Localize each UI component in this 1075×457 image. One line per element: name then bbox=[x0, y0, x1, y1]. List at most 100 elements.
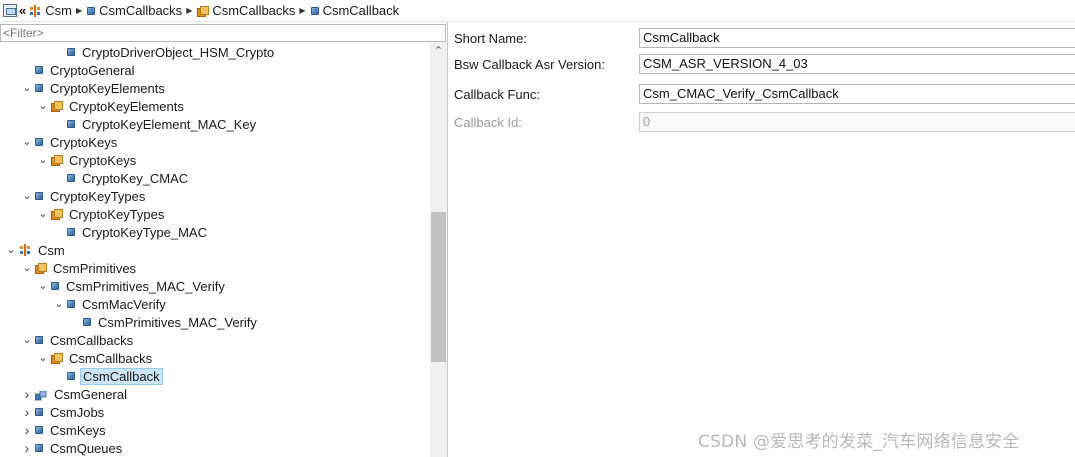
module-icon bbox=[29, 4, 41, 17]
chevron-right-icon[interactable]: › bbox=[19, 440, 35, 456]
tree-item[interactable]: ⌄ CsmCallbacks bbox=[35, 349, 154, 367]
tree-item[interactable]: ⌄ CryptoKeyTypes bbox=[35, 205, 166, 223]
multi-container-icon bbox=[51, 155, 63, 166]
tree-item-label: CryptoKeyTypes bbox=[69, 206, 165, 222]
tree-item[interactable]: ⌄ CsmCallbacks bbox=[19, 331, 135, 349]
multi-container-icon bbox=[51, 101, 63, 112]
tree-scrollbar[interactable]: ⌃ bbox=[430, 42, 447, 457]
container-icon bbox=[35, 408, 43, 416]
scroll-up-icon[interactable]: ⌃ bbox=[430, 44, 447, 58]
tree-item[interactable]: CsmCallback bbox=[51, 367, 163, 385]
breadcrumb-item[interactable]: CsmCallbacks bbox=[87, 3, 182, 18]
properties-panel: Short Name: CsmCallback Bsw Callback Asr V… bbox=[449, 22, 1075, 457]
property-field: 0 bbox=[639, 112, 1075, 132]
container-icon bbox=[83, 318, 91, 326]
property-field[interactable]: CSM_ASR_VERSION_4_03 bbox=[639, 54, 1075, 74]
container-icon bbox=[35, 444, 43, 452]
tree-item-label: CryptoGeneral bbox=[50, 62, 135, 78]
chevron-down-icon[interactable]: ⌄ bbox=[35, 101, 51, 112]
tree-item[interactable]: CryptoGeneral bbox=[19, 61, 137, 79]
tree-item-label: CsmGeneral bbox=[54, 386, 127, 402]
chevron-down-icon[interactable]: ⌄ bbox=[19, 335, 35, 346]
tree-item[interactable]: › CsmJobs bbox=[19, 403, 106, 421]
chevron-down-icon[interactable]: ⌄ bbox=[35, 209, 51, 220]
breadcrumb-item[interactable]: Csm bbox=[29, 3, 72, 18]
tree-item[interactable]: ⌄ CryptoKeys bbox=[35, 151, 138, 169]
tree-item-label: CryptoDriverObject_HSM_Crypto bbox=[82, 44, 275, 60]
container-icon bbox=[35, 192, 43, 200]
container-icon bbox=[67, 48, 75, 56]
tree-item[interactable]: ⌄ CsmPrimitives_MAC_Verify bbox=[35, 277, 227, 295]
container-icon bbox=[67, 300, 75, 308]
multi-container-icon bbox=[197, 5, 210, 17]
tree-item[interactable]: › CsmKeys bbox=[19, 421, 108, 439]
back-arrow-icon[interactable]: « bbox=[19, 3, 26, 18]
tree-item[interactable]: ⌄ CryptoKeys bbox=[19, 133, 119, 151]
chevron-down-icon[interactable]: ⌄ bbox=[51, 299, 67, 310]
tree-item[interactable]: ⌄ CryptoKeyElements bbox=[19, 79, 167, 97]
tree-item-label: CryptoKeys bbox=[69, 152, 137, 168]
tree-item-label: CryptoKeyElements bbox=[69, 98, 184, 114]
collapse-all-icon[interactable] bbox=[3, 4, 17, 17]
tree-item[interactable]: ⌄ CsmMacVerify bbox=[51, 295, 168, 313]
tree-item-label: CryptoKeyType_MAC bbox=[82, 224, 207, 240]
tree-item-label: CsmCallback bbox=[80, 367, 163, 385]
chevron-down-icon[interactable]: ⌄ bbox=[19, 83, 35, 94]
tree-item[interactable]: CryptoKeyType_MAC bbox=[51, 223, 209, 241]
breadcrumb-separator-icon: ▶ bbox=[299, 6, 306, 15]
tree-item-label: CsmPrimitives_MAC_Verify bbox=[66, 278, 225, 294]
multi-container-icon bbox=[35, 263, 47, 274]
property-label: Callback Id: bbox=[454, 115, 522, 130]
scroll-thumb[interactable] bbox=[431, 212, 446, 362]
breadcrumb-separator-icon: ▶ bbox=[186, 6, 193, 15]
chevron-down-icon[interactable]: ⌄ bbox=[35, 155, 51, 166]
breadcrumb-item[interactable]: CsmCallbacks bbox=[197, 3, 295, 18]
multi-container-icon bbox=[51, 209, 63, 220]
tree-item[interactable]: CryptoKey_CMAC bbox=[51, 169, 190, 187]
chevron-down-icon[interactable]: ⌄ bbox=[3, 245, 19, 256]
tree-item-label: CryptoKey_CMAC bbox=[82, 170, 189, 186]
breadcrumb-item[interactable]: CsmCallback bbox=[310, 3, 399, 18]
property-label: Callback Func: bbox=[454, 87, 540, 102]
tree-item-label: CryptoKeyTypes bbox=[50, 188, 146, 204]
tree-item[interactable]: › CsmGeneral bbox=[19, 385, 129, 403]
container-icon bbox=[67, 120, 75, 128]
tree-item[interactable]: ⌄ CsmPrimitives bbox=[19, 259, 138, 277]
tree-item[interactable]: › CsmQueues bbox=[19, 439, 124, 457]
tree-item[interactable]: CryptoDriverObject_HSM_Crypto bbox=[51, 43, 276, 61]
tree-item[interactable]: ⌄ Csm bbox=[3, 241, 67, 259]
watermark: CSDN @爱思考的发菜_汽车网络信息安全 bbox=[698, 432, 1020, 452]
tree-item-label: CsmCallbacks bbox=[50, 332, 134, 348]
tree-panel: CryptoDriverObject_HSM_Crypto CryptoGener… bbox=[0, 22, 448, 457]
parameter-container-icon bbox=[34, 389, 47, 401]
property-field[interactable]: CsmCallback bbox=[639, 28, 1075, 48]
multi-container-icon bbox=[51, 353, 63, 364]
tree-item[interactable]: ⌄ CryptoKeyElements bbox=[35, 97, 186, 115]
property-label: Bsw Callback Asr Version: bbox=[454, 57, 606, 72]
property-field[interactable]: Csm_CMAC_Verify_CsmCallback bbox=[639, 84, 1075, 104]
tree-item[interactable]: CryptoKeyElement_MAC_Key bbox=[51, 115, 258, 133]
container-icon bbox=[67, 372, 75, 380]
filter-input[interactable] bbox=[0, 24, 446, 42]
tree-item[interactable]: CsmPrimitives_MAC_Verify bbox=[67, 313, 259, 331]
chevron-right-icon[interactable]: › bbox=[19, 422, 35, 438]
container-icon bbox=[35, 336, 43, 344]
chevron-down-icon[interactable]: ⌄ bbox=[35, 353, 51, 364]
tree-item[interactable]: ⌄ CryptoKeyTypes bbox=[19, 187, 147, 205]
chevron-right-icon[interactable]: › bbox=[19, 386, 35, 402]
chevron-down-icon[interactable]: ⌄ bbox=[19, 191, 35, 202]
module-icon bbox=[19, 244, 31, 256]
container-icon bbox=[35, 66, 43, 74]
breadcrumb-label: CsmCallbacks bbox=[212, 3, 296, 18]
container-icon bbox=[51, 282, 59, 290]
container-icon bbox=[87, 6, 96, 15]
chevron-right-icon[interactable]: › bbox=[19, 404, 35, 420]
chevron-down-icon[interactable]: ⌄ bbox=[19, 263, 35, 274]
breadcrumb-label: Csm bbox=[45, 3, 72, 18]
tree-item-label: CsmQueues bbox=[50, 440, 123, 456]
chevron-down-icon[interactable]: ⌄ bbox=[19, 137, 35, 148]
chevron-down-icon[interactable]: ⌄ bbox=[35, 281, 51, 292]
tree-item-label: CsmCallbacks bbox=[69, 350, 153, 366]
property-label: Short Name: bbox=[454, 31, 527, 46]
container-icon bbox=[67, 228, 75, 236]
